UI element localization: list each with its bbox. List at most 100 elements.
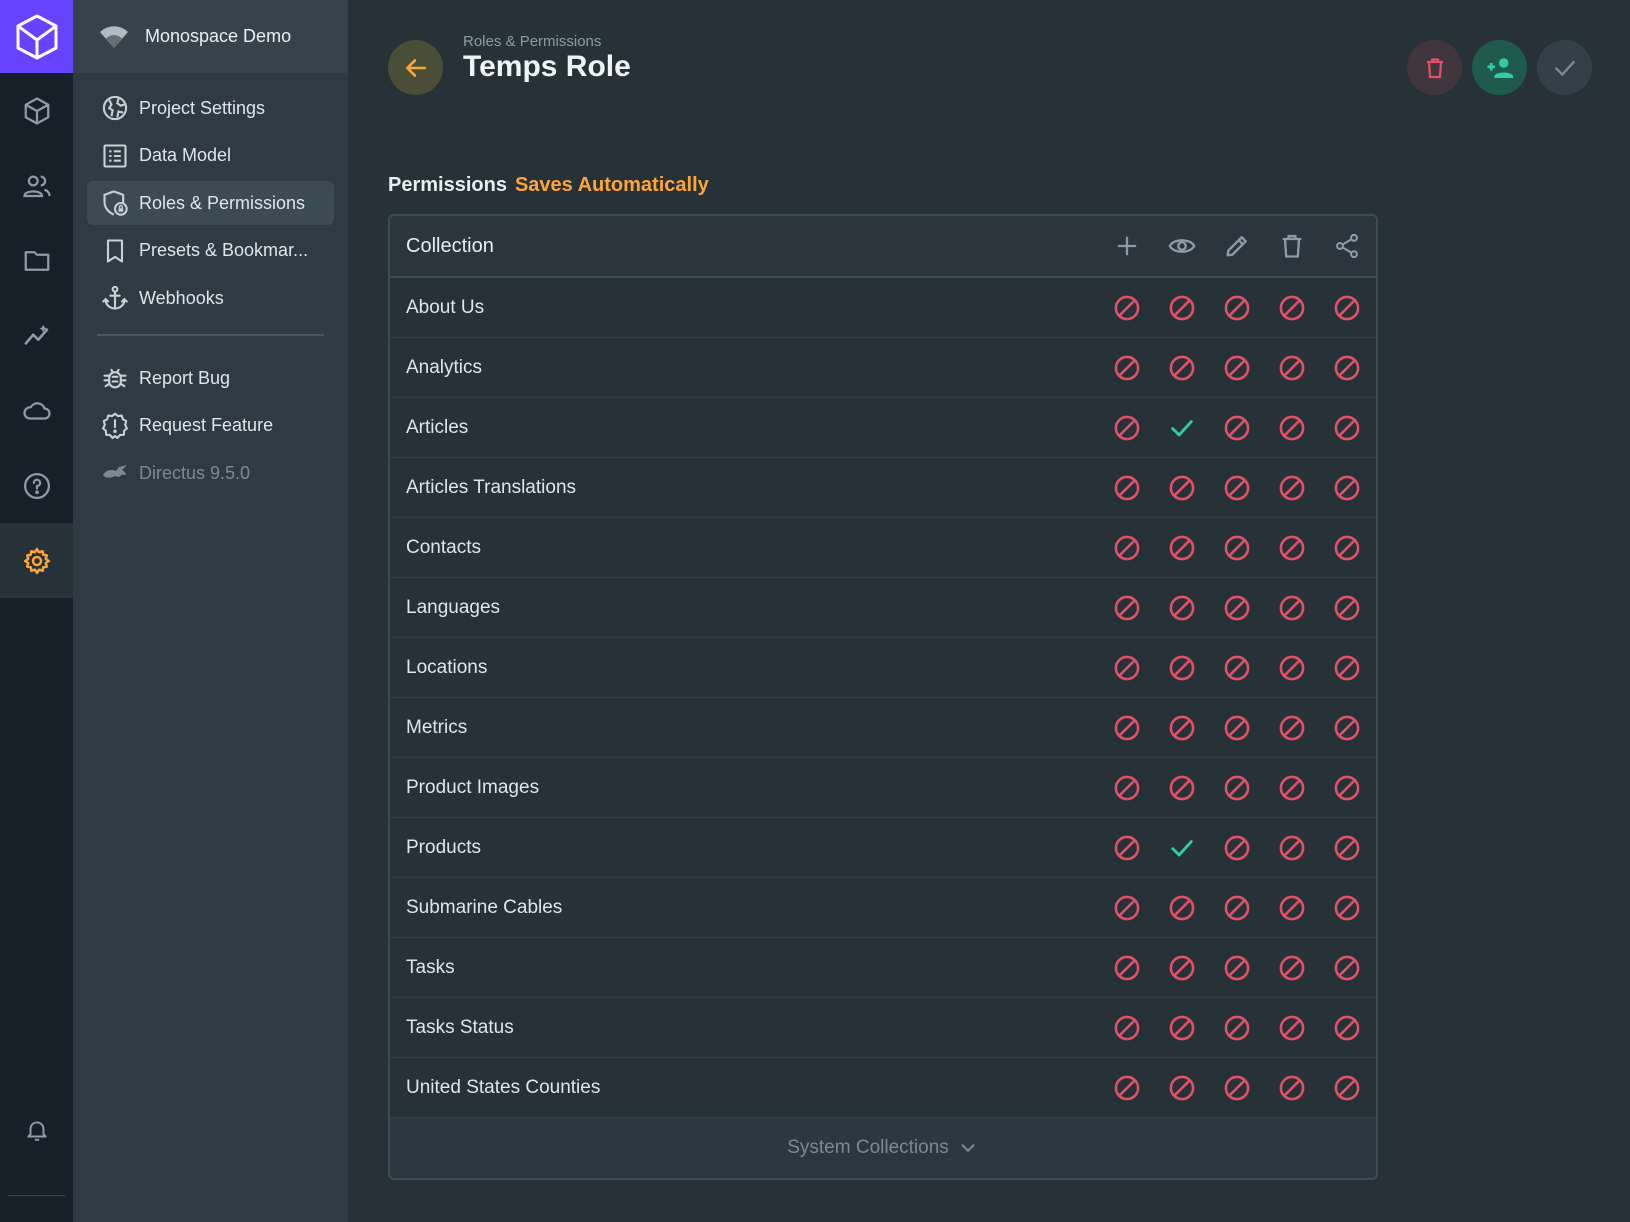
module-users[interactable]: [0, 148, 73, 223]
permission-update[interactable]: [1209, 948, 1264, 988]
permission-share[interactable]: [1319, 288, 1374, 328]
permission-share[interactable]: [1319, 828, 1374, 868]
permission-create[interactable]: [1099, 528, 1154, 568]
permission-create[interactable]: [1099, 468, 1154, 508]
collection-name[interactable]: Product Images: [406, 777, 1099, 799]
permission-create[interactable]: [1099, 888, 1154, 928]
directus-logo[interactable]: [0, 0, 73, 73]
nav-item-presets-bookmarks[interactable]: Presets & Bookmar...: [87, 229, 334, 273]
collection-name[interactable]: Products: [406, 837, 1099, 859]
permission-create[interactable]: [1099, 1008, 1154, 1048]
system-collections-toggle[interactable]: System Collections: [390, 1118, 1376, 1178]
permission-share[interactable]: [1319, 768, 1374, 808]
delete-role-button[interactable]: [1407, 40, 1462, 95]
permission-delete[interactable]: [1264, 648, 1319, 688]
permission-create[interactable]: [1099, 288, 1154, 328]
permission-delete[interactable]: [1264, 528, 1319, 568]
permission-delete[interactable]: [1264, 828, 1319, 868]
permission-create[interactable]: [1099, 348, 1154, 388]
collection-name[interactable]: Submarine Cables: [406, 897, 1099, 919]
permission-delete[interactable]: [1264, 1008, 1319, 1048]
header-read[interactable]: [1154, 226, 1209, 266]
permission-update[interactable]: [1209, 288, 1264, 328]
permission-share[interactable]: [1319, 588, 1374, 628]
permission-update[interactable]: [1209, 768, 1264, 808]
save-button[interactable]: [1537, 40, 1592, 95]
permission-delete[interactable]: [1264, 288, 1319, 328]
permission-update[interactable]: [1209, 528, 1264, 568]
permission-update[interactable]: [1209, 708, 1264, 748]
permission-share[interactable]: [1319, 528, 1374, 568]
collection-name[interactable]: Tasks: [406, 957, 1099, 979]
permission-update[interactable]: [1209, 588, 1264, 628]
permission-create[interactable]: [1099, 648, 1154, 688]
header-delete[interactable]: [1264, 226, 1319, 266]
permission-update[interactable]: [1209, 648, 1264, 688]
permission-read[interactable]: [1154, 1068, 1209, 1108]
permission-read[interactable]: [1154, 648, 1209, 688]
permission-read[interactable]: [1154, 528, 1209, 568]
collection-name[interactable]: Locations: [406, 657, 1099, 679]
notifications[interactable]: [0, 1100, 73, 1160]
permission-read[interactable]: [1154, 408, 1209, 448]
collection-name[interactable]: Articles: [406, 417, 1099, 439]
permission-update[interactable]: [1209, 408, 1264, 448]
permission-update[interactable]: [1209, 468, 1264, 508]
nav-item-data-model[interactable]: Data Model: [87, 134, 334, 178]
collection-name[interactable]: Metrics: [406, 717, 1099, 739]
permission-update[interactable]: [1209, 828, 1264, 868]
version-info[interactable]: Directus 9.5.0: [87, 451, 334, 495]
permission-read[interactable]: [1154, 708, 1209, 748]
permission-create[interactable]: [1099, 948, 1154, 988]
permission-delete[interactable]: [1264, 468, 1319, 508]
invite-user-button[interactable]: [1472, 40, 1527, 95]
permission-share[interactable]: [1319, 888, 1374, 928]
permission-update[interactable]: [1209, 348, 1264, 388]
header-share[interactable]: [1319, 226, 1374, 266]
permission-read[interactable]: [1154, 948, 1209, 988]
permission-create[interactable]: [1099, 768, 1154, 808]
collection-name[interactable]: Contacts: [406, 537, 1099, 559]
permission-share[interactable]: [1319, 348, 1374, 388]
permission-delete[interactable]: [1264, 708, 1319, 748]
permission-delete[interactable]: [1264, 348, 1319, 388]
breadcrumb[interactable]: Roles & Permissions: [463, 33, 601, 50]
permission-create[interactable]: [1099, 1068, 1154, 1108]
permission-delete[interactable]: [1264, 408, 1319, 448]
permission-update[interactable]: [1209, 1068, 1264, 1108]
permission-read[interactable]: [1154, 768, 1209, 808]
permission-share[interactable]: [1319, 1008, 1374, 1048]
collection-name[interactable]: Analytics: [406, 357, 1099, 379]
module-cloud[interactable]: [0, 373, 73, 448]
permission-create[interactable]: [1099, 708, 1154, 748]
permission-update[interactable]: [1209, 1008, 1264, 1048]
module-insights[interactable]: [0, 298, 73, 373]
permission-create[interactable]: [1099, 408, 1154, 448]
permission-delete[interactable]: [1264, 948, 1319, 988]
permission-read[interactable]: [1154, 1008, 1209, 1048]
permission-read[interactable]: [1154, 468, 1209, 508]
permission-read[interactable]: [1154, 888, 1209, 928]
module-settings[interactable]: [0, 523, 73, 598]
permission-share[interactable]: [1319, 948, 1374, 988]
permission-delete[interactable]: [1264, 1068, 1319, 1108]
permission-update[interactable]: [1209, 888, 1264, 928]
permission-delete[interactable]: [1264, 888, 1319, 928]
module-files[interactable]: [0, 223, 73, 298]
nav-item-request-feature[interactable]: Request Feature: [87, 404, 334, 448]
back-button[interactable]: [388, 40, 443, 95]
collection-name[interactable]: About Us: [406, 297, 1099, 319]
permission-read[interactable]: [1154, 348, 1209, 388]
permission-share[interactable]: [1319, 708, 1374, 748]
collection-name[interactable]: United States Counties: [406, 1077, 1099, 1099]
permission-read[interactable]: [1154, 588, 1209, 628]
permission-read[interactable]: [1154, 828, 1209, 868]
nav-item-project-settings[interactable]: Project Settings: [87, 86, 334, 130]
permission-delete[interactable]: [1264, 768, 1319, 808]
module-content[interactable]: [0, 73, 73, 148]
nav-item-report-bug[interactable]: Report Bug: [87, 356, 334, 400]
permission-delete[interactable]: [1264, 588, 1319, 628]
header-update[interactable]: [1209, 226, 1264, 266]
module-help[interactable]: [0, 448, 73, 523]
permission-read[interactable]: [1154, 288, 1209, 328]
